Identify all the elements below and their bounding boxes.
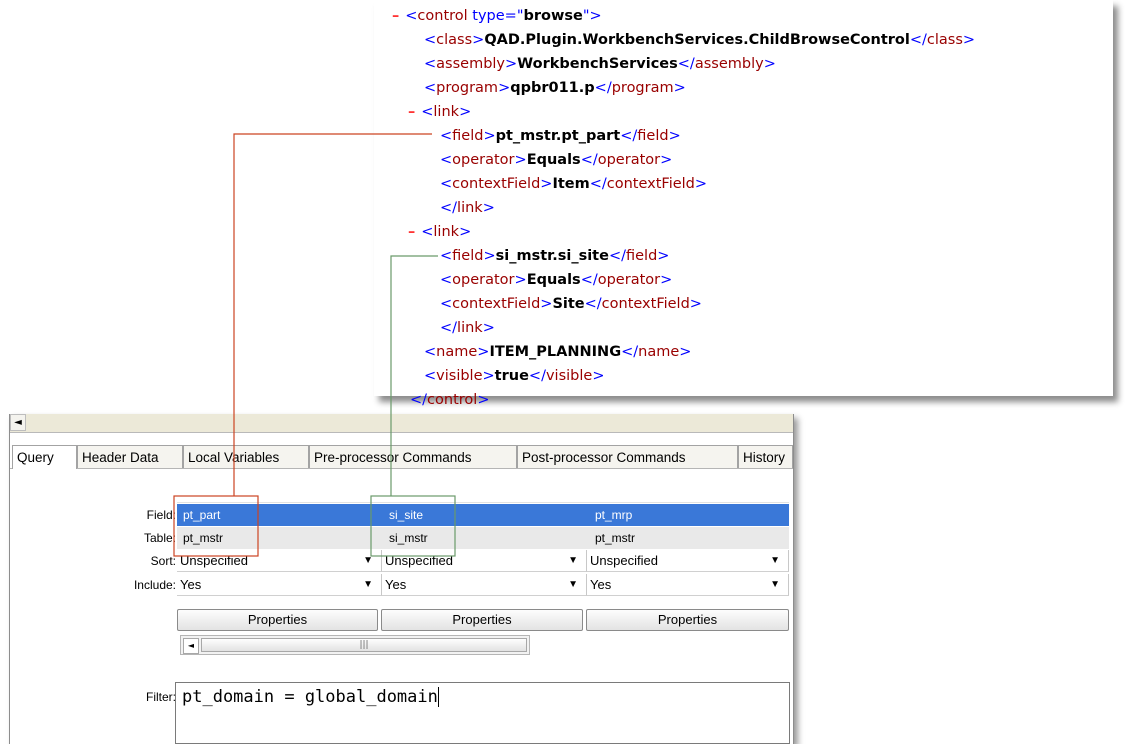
si-site-highlight-box: [370, 495, 456, 557]
connector-overlay: [173, 133, 456, 557]
pt-part-highlight-box: [173, 495, 259, 557]
si-site-connector-line: [390, 255, 438, 496]
pt-part-connector-line: [233, 133, 432, 496]
